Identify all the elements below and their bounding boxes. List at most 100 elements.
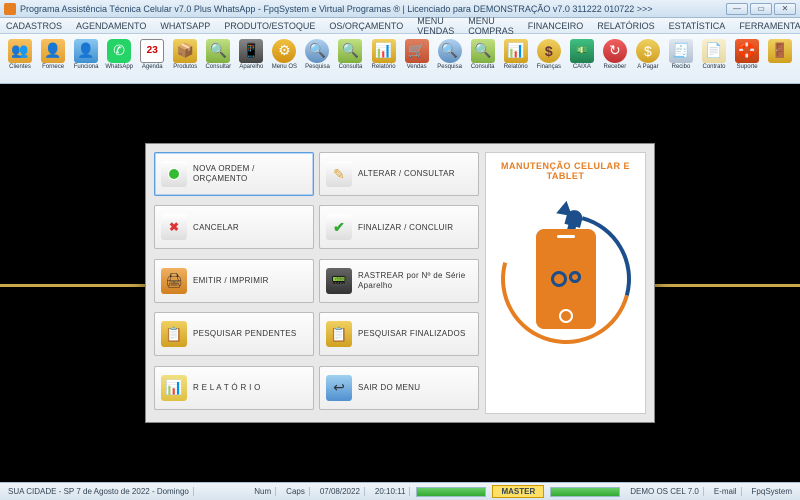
report-icon: 📊: [504, 39, 528, 63]
report-icon: 📊: [161, 375, 187, 401]
menu-produto[interactable]: PRODUTO/ESTOQUE: [224, 21, 315, 31]
sb-fpq[interactable]: FpqSystem: [748, 487, 796, 496]
finalizados-button[interactable]: 📋PESQUISAR FINALIZADOS: [319, 312, 479, 356]
whatsapp-icon: ✆: [107, 39, 131, 63]
menu-financeiro[interactable]: FINANCEIRO: [528, 21, 584, 31]
nova-ordem-button[interactable]: NOVA ORDEM / ORÇAMENTO: [154, 152, 314, 196]
tb-produtos[interactable]: 📦Produtos: [169, 37, 201, 81]
cart-icon: 🛒: [405, 39, 429, 63]
pending-icon: 📋: [161, 321, 187, 347]
menubar: CADASTROS AGENDAMENTO WHATSAPP PRODUTO/E…: [0, 18, 800, 34]
statusbar: SUA CIDADE - SP 7 de Agosto de 2022 - Do…: [0, 482, 800, 500]
rastrear-button[interactable]: 📟RASTREAR por Nº de Série Aparelho: [319, 259, 479, 303]
tb-vendas[interactable]: 🛒Vendas: [401, 37, 433, 81]
tb-consulta2[interactable]: 🔍Consulta: [467, 37, 499, 81]
sb-progress: [416, 487, 486, 497]
minimize-button[interactable]: —: [726, 3, 748, 15]
app-icon: [4, 3, 16, 15]
tb-sair[interactable]: 🚪: [764, 37, 796, 81]
tb-receber[interactable]: ↻Receber: [599, 37, 631, 81]
sb-master: MASTER: [492, 485, 544, 498]
finalizar-button[interactable]: FINALIZAR / CONCLUIR: [319, 205, 479, 249]
close-button[interactable]: ✕: [774, 3, 796, 15]
tb-suporte[interactable]: 🛟Suporte: [731, 37, 763, 81]
receive-icon: ↻: [603, 39, 627, 63]
cancel-icon: [161, 214, 187, 240]
search-icon: 🔍: [305, 39, 329, 63]
calendar-icon: 23: [140, 39, 164, 63]
sb-demo: DEMO OS CEL 7.0: [626, 487, 704, 496]
tb-agenda[interactable]: 23Agenda: [136, 37, 168, 81]
sb-email[interactable]: E-mail: [710, 487, 742, 496]
menu-relatorios[interactable]: RELATÓRIOS: [597, 21, 654, 31]
window-title: Programa Assistência Técnica Celular v7.…: [20, 4, 726, 14]
tb-consultar1[interactable]: 🔍Consultar: [202, 37, 234, 81]
gear-icon: [569, 271, 581, 283]
toolbar: 👥Clientes 👤Fornece 👤Funciona ✆WhatsApp 2…: [0, 34, 800, 84]
phone-icon: [536, 229, 596, 329]
tb-fornece[interactable]: 👤Fornece: [37, 37, 69, 81]
search-icon: 🔍: [438, 39, 462, 63]
tb-recibo[interactable]: 🧾Recibo: [665, 37, 697, 81]
button-grid: NOVA ORDEM / ORÇAMENTO ALTERAR / CONSULT…: [154, 152, 479, 414]
pay-icon: $: [636, 39, 660, 63]
gear-icon: ⚙: [272, 39, 296, 63]
search-icon: 🔍: [338, 39, 362, 63]
sb-caps: Caps: [282, 487, 310, 496]
tb-pesquisa1[interactable]: 🔍Pesquisa: [301, 37, 333, 81]
titlebar: Programa Assistência Técnica Celular v7.…: [0, 0, 800, 18]
print-icon: 🖨: [161, 268, 187, 294]
menu-vendas[interactable]: MENU VENDAS: [417, 16, 454, 36]
cancelar-button[interactable]: CANCELAR: [154, 205, 314, 249]
tb-contrato[interactable]: 📄Contrato: [698, 37, 730, 81]
tb-aparelho[interactable]: 📱Aparelho: [235, 37, 267, 81]
os-menu-panel: NOVA ORDEM / ORÇAMENTO ALTERAR / CONSULT…: [145, 143, 655, 423]
search-icon: 🔍: [206, 39, 230, 63]
exit-icon: 🚪: [768, 39, 792, 63]
menu-ferramentas[interactable]: FERRAMENTAS: [739, 21, 800, 31]
tb-relatorio1[interactable]: 📊Relatório: [368, 37, 400, 81]
workspace: NOVA ORDEM / ORÇAMENTO ALTERAR / CONSULT…: [0, 84, 800, 482]
tb-clientes[interactable]: 👥Clientes: [4, 37, 36, 81]
menu-cadastros[interactable]: CADASTROS: [6, 21, 62, 31]
tb-consulta1[interactable]: 🔍Consulta: [334, 37, 366, 81]
sb-num: Num: [250, 487, 276, 496]
menu-estatistica[interactable]: ESTATÍSTICA: [669, 21, 726, 31]
tb-pesquisa2[interactable]: 🔍Pesquisa: [434, 37, 466, 81]
report-icon: 📊: [372, 39, 396, 63]
menu-agendamento[interactable]: AGENDAMENTO: [76, 21, 146, 31]
people-icon: 👤: [41, 39, 65, 63]
check-icon: [326, 214, 352, 240]
gear-icon: [551, 271, 567, 287]
sair-menu-button[interactable]: ↩SAIR DO MENU: [319, 366, 479, 410]
tb-menuos[interactable]: ⚙Menu OS: [268, 37, 300, 81]
person-icon: 👤: [74, 39, 98, 63]
maximize-button[interactable]: ▭: [750, 3, 772, 15]
track-icon: 📟: [326, 268, 352, 294]
search-icon: 🔍: [471, 39, 495, 63]
tb-funciona[interactable]: 👤Funciona: [70, 37, 102, 81]
edit-icon: [326, 161, 352, 187]
new-icon: [161, 161, 187, 187]
menu-whatsapp[interactable]: WHATSAPP: [160, 21, 210, 31]
side-panel: MANUTENÇÃO CELULAR E TABLET: [485, 152, 646, 414]
tb-apagar[interactable]: $A Pagar: [632, 37, 664, 81]
alterar-button[interactable]: ALTERAR / CONSULTAR: [319, 152, 479, 196]
people-icon: 👥: [8, 39, 32, 63]
menu-compras[interactable]: MENU COMPRAS: [468, 16, 514, 36]
menu-os[interactable]: OS/ORÇAMENTO: [329, 21, 403, 31]
document-icon: 📄: [702, 39, 726, 63]
emitir-button[interactable]: 🖨EMITIR / IMPRIMIR: [154, 259, 314, 303]
money-icon: $: [537, 39, 561, 63]
tb-relatorio2[interactable]: 📊Relatório: [500, 37, 532, 81]
sb-time: 20:10:11: [371, 487, 411, 496]
pendentes-button[interactable]: 📋PESQUISAR PENDENTES: [154, 312, 314, 356]
tb-whatsapp[interactable]: ✆WhatsApp: [103, 37, 135, 81]
sb-location: SUA CIDADE - SP 7 de Agosto de 2022 - Do…: [4, 487, 194, 496]
phone-icon: 📱: [239, 39, 263, 63]
tb-financas[interactable]: $Finanças: [533, 37, 565, 81]
relatorio-button[interactable]: 📊R E L A T Ó R I O: [154, 366, 314, 410]
exit-icon: ↩: [326, 375, 352, 401]
support-icon: 🛟: [735, 39, 759, 63]
tb-caixa[interactable]: 💵CAIXA: [566, 37, 598, 81]
